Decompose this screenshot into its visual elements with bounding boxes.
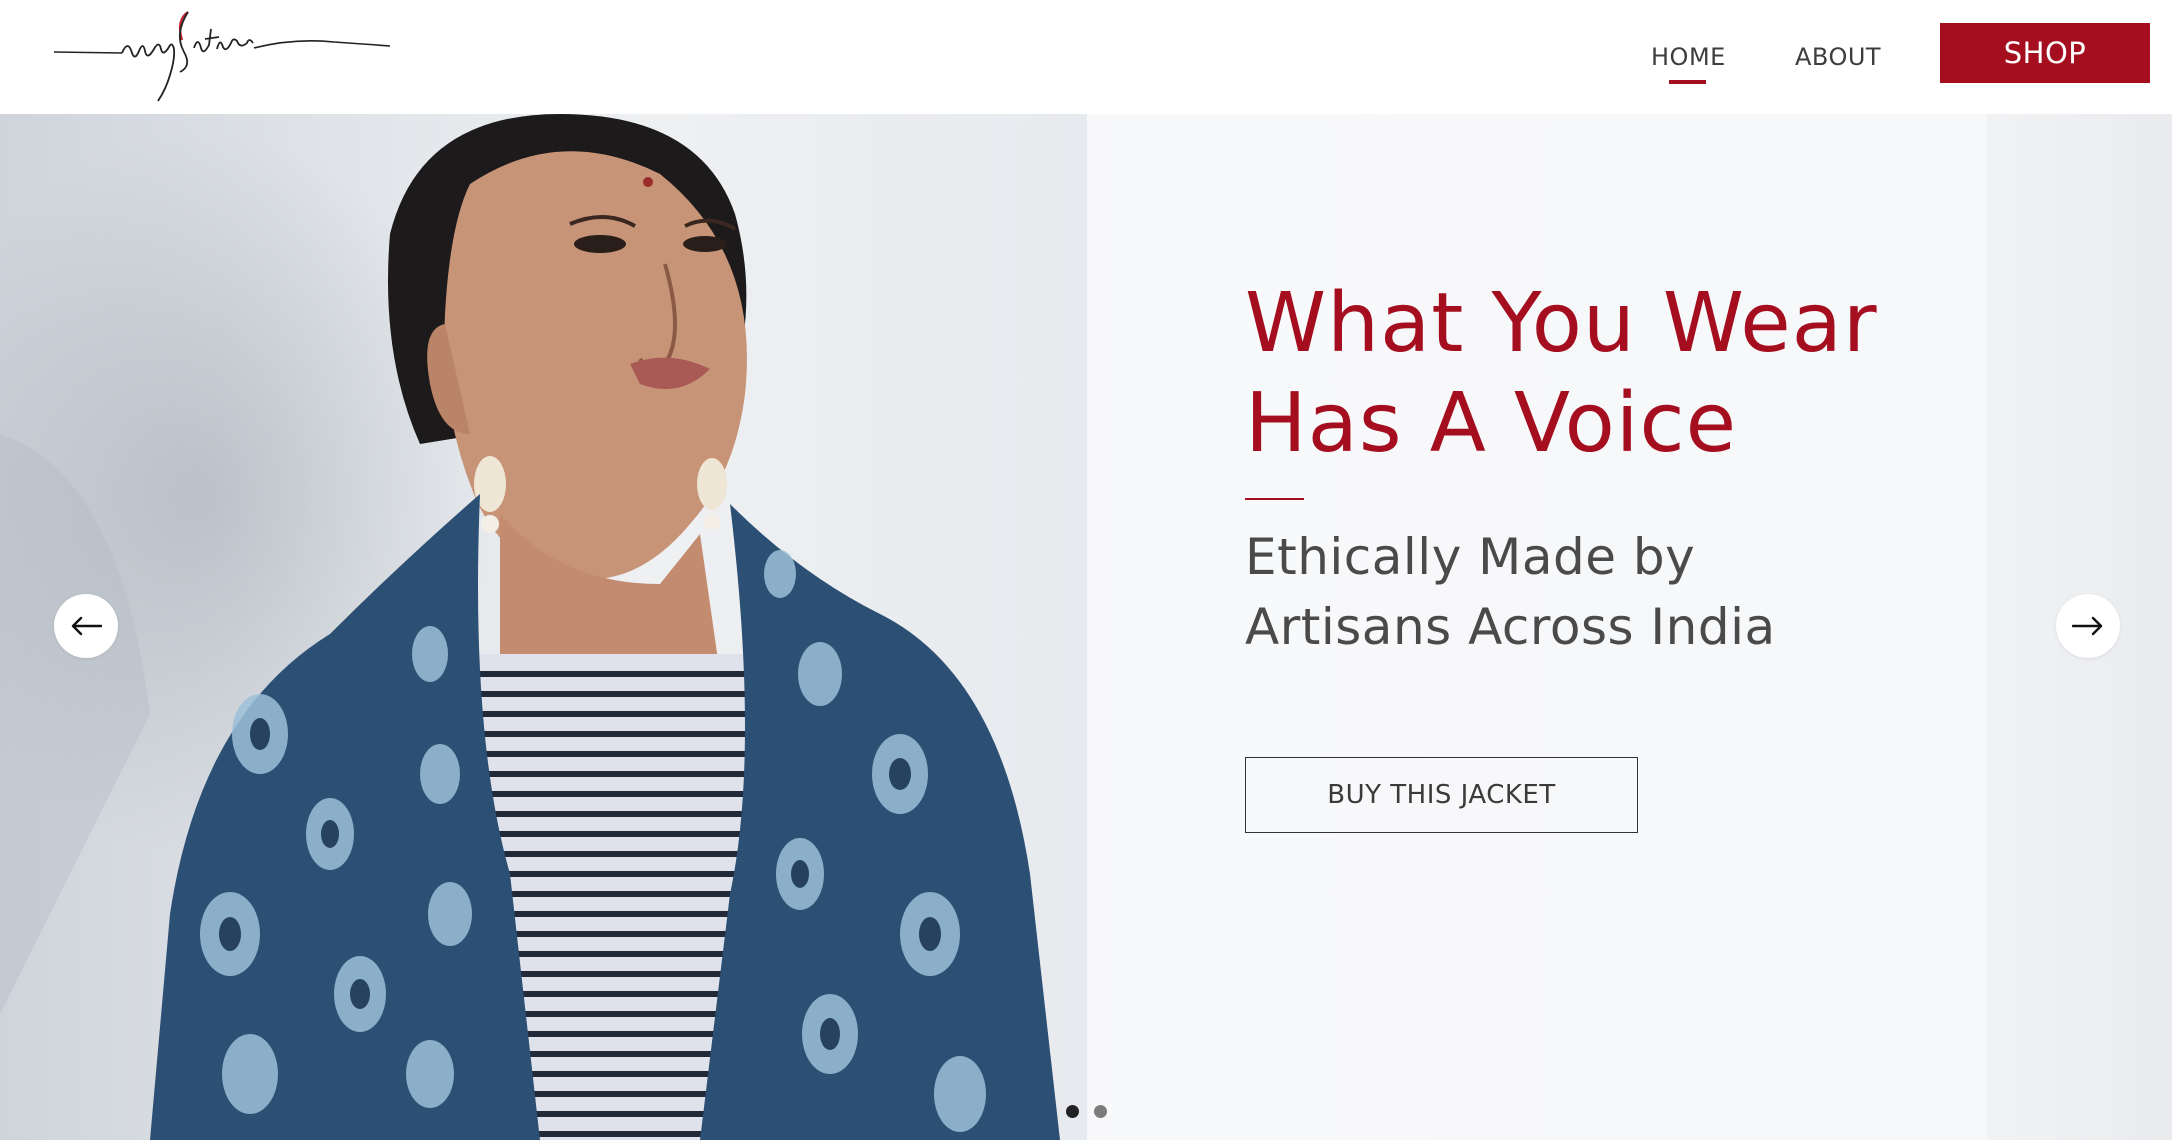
hero-headline: What You Wear Has A Voice [1245, 274, 1945, 474]
brand-logo[interactable] [52, 8, 392, 110]
headline-divider [1245, 498, 1304, 500]
carousel-next-button[interactable] [2056, 594, 2120, 658]
logo-wordmark [53, 11, 391, 102]
carousel-prev-button[interactable] [54, 594, 118, 658]
headline-line-2: Has A Voice [1245, 376, 1738, 471]
nav-about[interactable]: ABOUT [1795, 40, 1881, 74]
nav-home[interactable]: HOME [1651, 40, 1726, 74]
subline-line-2: Artisans Across India [1245, 598, 1776, 656]
hero-subline: Ethically Made by Artisans Across India [1245, 522, 1945, 662]
arrow-right-icon [2072, 616, 2103, 636]
nav-home-active-indicator [1669, 80, 1706, 84]
arrow-left-icon [71, 616, 102, 636]
carousel-dot-2[interactable] [1094, 1105, 1107, 1118]
buy-this-jacket-button[interactable]: BUY THIS JACKET [1245, 757, 1638, 833]
hero-carousel: What You Wear Has A Voice Ethically Made… [0, 114, 2172, 1140]
shop-button[interactable]: SHOP [1940, 23, 2150, 83]
carousel-dot-1[interactable] [1066, 1105, 1079, 1118]
site-header: HOME ABOUT SHOP [0, 0, 2172, 114]
headline-line-1: What You Wear [1245, 276, 1878, 371]
hero-photo [0, 114, 1087, 1140]
subline-line-1: Ethically Made by [1245, 528, 1696, 586]
model-illustration [0, 114, 1060, 1140]
